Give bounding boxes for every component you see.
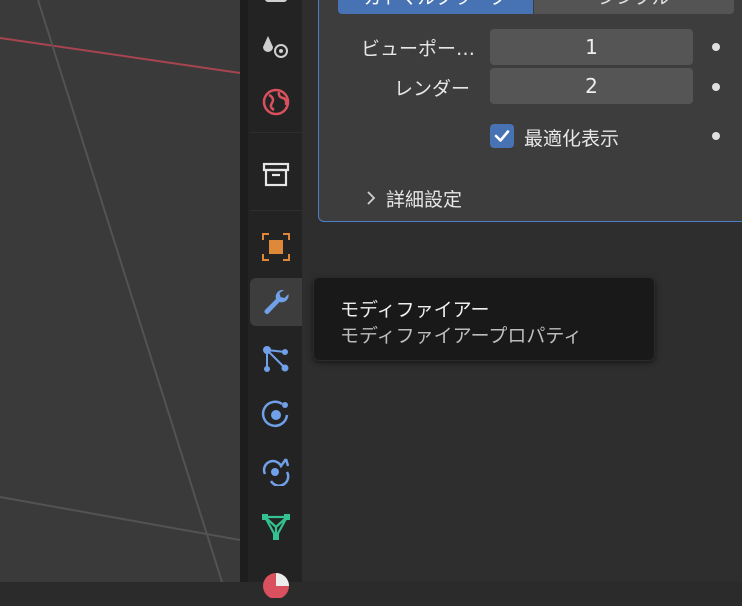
checkmark-icon — [494, 130, 510, 142]
tab-scene[interactable] — [250, 22, 302, 70]
simple-button[interactable]: シンプル — [534, 0, 734, 14]
catmull-clark-button[interactable]: カトマルクラーク — [338, 0, 533, 14]
collection-icon — [262, 162, 290, 187]
tooltip-title: モディファイアー — [340, 299, 490, 321]
tab-collection[interactable] — [250, 151, 302, 199]
tab-world[interactable] — [250, 78, 302, 126]
advanced-label: 詳細設定 — [386, 188, 463, 211]
tab-constraints[interactable] — [250, 446, 302, 494]
keyframe-dot[interactable] — [712, 43, 720, 51]
particles-icon — [263, 346, 289, 372]
viewport-levels-field[interactable]: 1 — [490, 29, 693, 65]
tab-physics[interactable] — [250, 390, 302, 438]
tab-separator — [250, 132, 302, 133]
tab-particles[interactable] — [250, 335, 302, 383]
render-icon — [265, 0, 287, 2]
catmull-clark-label: カトマルクラーク — [364, 0, 508, 9]
constraints-icon — [262, 458, 290, 486]
viewport-grid — [0, 0, 240, 582]
viewport-levels-label: ビューポー… — [360, 38, 475, 60]
tab-material[interactable] — [250, 558, 302, 606]
material-icon — [263, 573, 289, 598]
advanced-subpanel-header[interactable]: 詳細設定 — [364, 184, 462, 212]
mesh-data-icon — [262, 514, 290, 540]
world-icon — [262, 88, 290, 116]
wrench-icon — [264, 289, 289, 314]
scene-icon — [263, 36, 288, 58]
keyframe-dot[interactable] — [712, 83, 720, 91]
tab-modifiers[interactable] — [250, 278, 302, 326]
object-icon — [262, 233, 290, 261]
keyframe-dot[interactable] — [712, 132, 720, 140]
optimal-display-label: 最適化表示 — [524, 128, 620, 150]
render-levels-field[interactable]: 2 — [490, 68, 693, 104]
tab-object[interactable] — [250, 223, 302, 271]
chevron-right-icon — [367, 191, 376, 205]
physics-icon — [261, 400, 289, 428]
optimal-display-checkbox[interactable] — [490, 124, 514, 148]
tab-data[interactable] — [250, 502, 302, 550]
simple-label: シンプル — [598, 0, 669, 9]
tab-separator — [250, 210, 302, 211]
3d-viewport[interactable] — [0, 0, 240, 582]
tooltip-description: モディファイアープロパティ — [340, 325, 583, 347]
render-levels-label: レンダー — [393, 78, 470, 100]
tooltip: モディファイアー モディファイアープロパティ — [313, 277, 655, 361]
